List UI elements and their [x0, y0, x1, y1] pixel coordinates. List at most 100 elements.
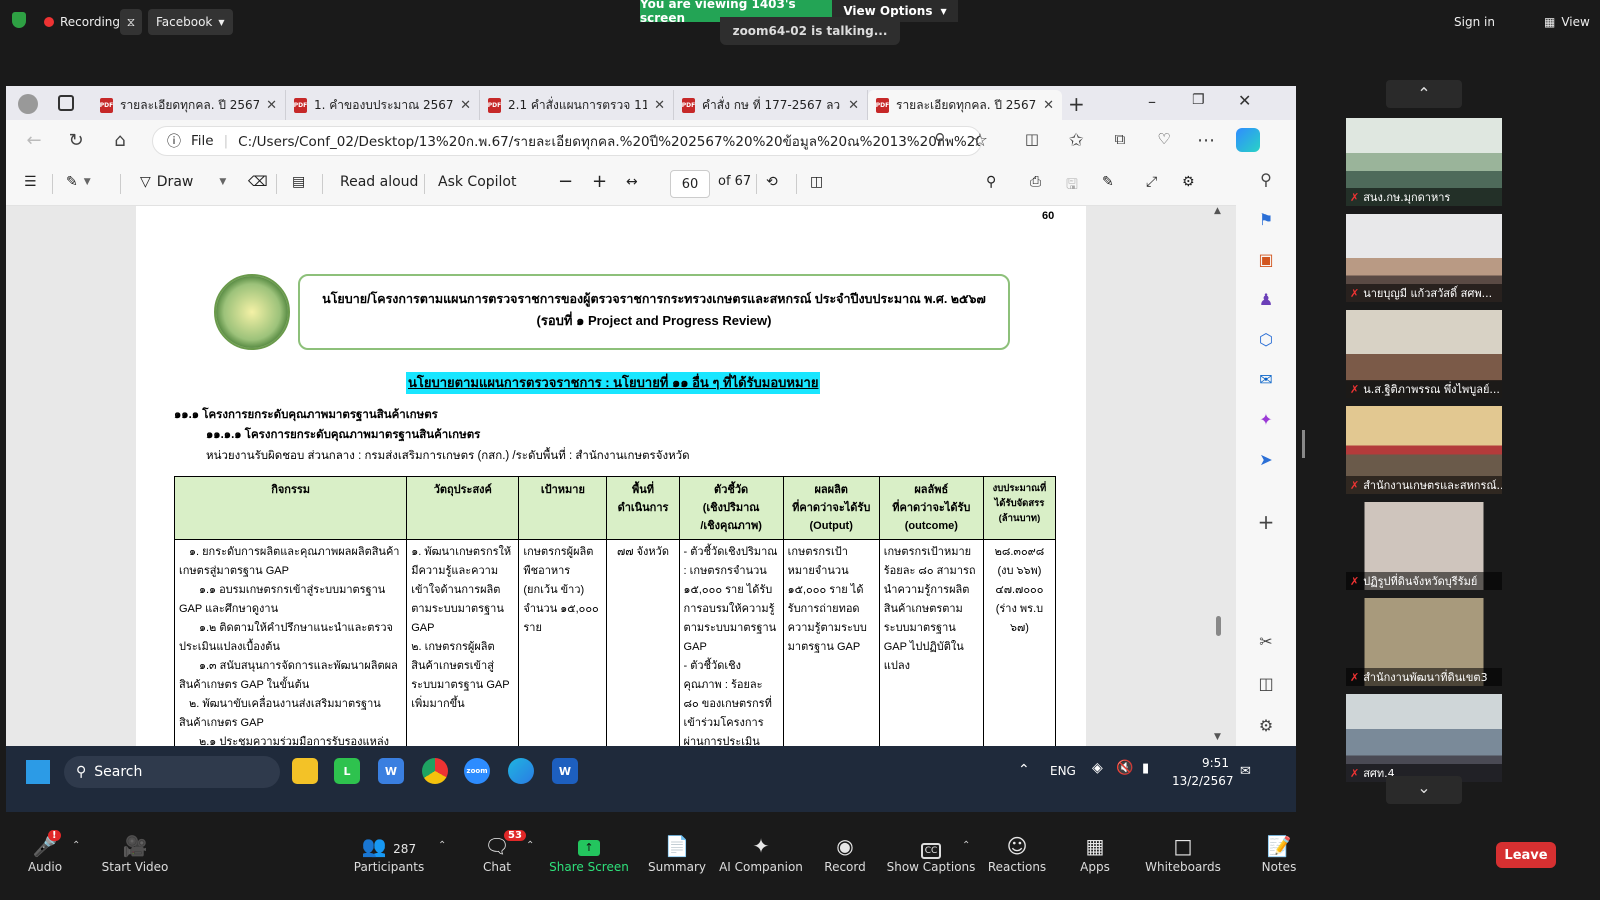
sign-in-button[interactable]: Sign in — [1446, 9, 1503, 35]
participants-caret[interactable]: ⌃ — [438, 840, 446, 851]
windows-start-icon[interactable] — [26, 760, 50, 784]
toolbox-icon[interactable]: ▣ — [1254, 250, 1278, 274]
chevron-up-icon[interactable]: ⌃ — [1018, 762, 1030, 778]
notification-icon[interactable]: ✉ — [1240, 764, 1251, 779]
fullscreen-icon[interactable]: ⤢ — [1146, 174, 1157, 190]
back-icon[interactable]: ← — [22, 130, 46, 151]
microsoft365-icon[interactable]: ⬡ — [1254, 330, 1278, 354]
browser-tab-active[interactable]: PDF รายละเอียดทุกคล. ปี 2567 ข้ ✕ — [868, 90, 1062, 120]
volume-muted-icon[interactable]: 🔇 — [1116, 760, 1133, 776]
whiteboards-button[interactable]: □ Whiteboards — [1138, 832, 1228, 874]
refresh-icon[interactable]: ↻ — [64, 130, 88, 151]
chat-button[interactable]: 🗨 Chat 53 — [452, 830, 542, 874]
apps-button[interactable]: ▦ Apps — [1050, 832, 1140, 874]
tab-actions-icon[interactable] — [58, 95, 74, 111]
summary-button[interactable]: 📄 Summary — [632, 832, 722, 874]
page-view-icon[interactable]: ◫ — [810, 174, 823, 190]
zoom-in-icon[interactable]: + — [592, 171, 607, 192]
scroll-thumb[interactable] — [1216, 616, 1221, 636]
start-video-button[interactable]: 🎥 Start Video — [90, 832, 180, 874]
clock-date[interactable]: 13/2/2567 — [1172, 774, 1234, 788]
captions-caret[interactable]: ⌃ — [962, 840, 970, 851]
designer-icon[interactable]: ✦ — [1254, 410, 1278, 434]
games-icon[interactable]: ♟ — [1254, 290, 1278, 314]
taskbar-search[interactable]: ⚲ Search — [64, 756, 280, 788]
participant-tile[interactable]: ✗ สนง.กษ.มุกดาหาร — [1346, 118, 1502, 206]
word-icon[interactable]: W — [552, 758, 578, 784]
close-icon[interactable]: ✕ — [654, 98, 665, 113]
favorite-star-icon[interactable]: ☆ — [968, 130, 992, 151]
participant-tile[interactable]: ✗ ปฏิรูปที่ดินจังหวัดบุรีรัมย์ — [1346, 502, 1502, 590]
highlight-icon[interactable]: ✎ ▼ — [66, 174, 91, 190]
browser-tab[interactable]: PDF รายละเอียดทุกคล. ปี 2567 ข้ ✕ — [92, 90, 286, 120]
new-tab-icon[interactable]: + — [1068, 92, 1085, 116]
participant-tile[interactable]: ✗ สำนักงานพัฒนาที่ดินเขต3 — [1346, 598, 1502, 686]
text-icon[interactable]: ▤ — [292, 174, 305, 190]
gallery-scroll-up-icon[interactable]: ⌃ — [1386, 80, 1462, 108]
chrome-icon[interactable] — [422, 758, 448, 784]
browser-tab[interactable]: PDF คำสั่ง กษ ที่ 177-2567 ลว 2 ✕ — [674, 90, 868, 120]
close-window-icon[interactable]: ✕ — [1238, 91, 1251, 110]
participant-tile[interactable]: ✗ น.ส.ฐิติภาพรรณ พึ่งไพบูลย์... — [1346, 310, 1502, 398]
zoom-app-icon[interactable]: zoom — [464, 758, 490, 784]
outlook-icon[interactable]: ✉ — [1254, 370, 1278, 394]
file-explorer-icon[interactable] — [292, 758, 318, 784]
wifi-icon[interactable]: ◈ — [1092, 760, 1103, 776]
participant-tile[interactable]: ✗ สำนักงานเกษตรและสหกรณ์... — [1346, 406, 1502, 494]
participant-tile[interactable]: ✗ นายบุญมี แก้วสวัสดิ์ สศพ... — [1346, 214, 1502, 302]
participant-tile[interactable]: ✗ สศท.4 — [1346, 694, 1502, 782]
leave-button[interactable]: Leave — [1496, 842, 1556, 868]
screenshot-icon[interactable]: ✂ — [1254, 632, 1278, 656]
contents-icon[interactable]: ☰ — [24, 174, 37, 190]
rotate-icon[interactable]: ⟲ — [766, 174, 778, 190]
scroll-up-arrow[interactable]: ▲ — [1214, 206, 1221, 216]
fit-page-icon[interactable]: ↔ — [626, 174, 638, 190]
line-app-icon[interactable]: L — [334, 758, 360, 784]
edge-icon[interactable] — [508, 758, 534, 784]
url-field[interactable]: ⓘ File | C:/Users/Conf_02/Desktop/13%20ก… — [152, 126, 982, 156]
notes-button[interactable]: 📝 Notes — [1234, 832, 1324, 874]
print-icon[interactable]: ⎙ — [1030, 174, 1041, 190]
draw-button[interactable]: ▽ Draw ▼ — [140, 174, 226, 190]
recording-indicator[interactable]: Recording — [36, 9, 128, 35]
clock-time[interactable]: 9:51 — [1202, 756, 1229, 770]
search-icon[interactable]: ⚲ — [1254, 170, 1278, 194]
browser-essentials-icon[interactable]: ♡ — [1152, 130, 1176, 148]
zoom-out-icon[interactable]: − — [558, 171, 573, 192]
profile-avatar-icon[interactable] — [18, 94, 38, 114]
shopping-tag-icon[interactable]: ⚑ — [1254, 210, 1278, 234]
settings-gear-icon[interactable]: ⚙ — [1182, 174, 1195, 190]
share-screen-button[interactable]: ↑ Share Screen — [544, 832, 634, 874]
participants-button[interactable]: 👥 287 Participants — [344, 832, 434, 874]
chat-caret[interactable]: ⌃ — [526, 840, 534, 851]
record-button[interactable]: ◉ Record — [800, 832, 890, 874]
page-number-input[interactable]: 60 — [670, 170, 710, 198]
gallery-scroll-down-icon[interactable]: ⌄ — [1386, 776, 1462, 804]
more-menu-icon[interactable]: ⋯ — [1194, 130, 1218, 151]
close-icon[interactable]: ✕ — [848, 98, 859, 113]
read-aloud-button[interactable]: Read aloud — [340, 174, 418, 190]
close-icon[interactable]: ✕ — [460, 98, 471, 113]
rss-icon[interactable]: ⧖ — [120, 9, 142, 35]
browser-tab[interactable]: PDF 1. คำของบประมาณ 2567 ข ✕ — [286, 90, 480, 120]
screen-divider-handle[interactable] — [1302, 430, 1305, 458]
eraser-icon[interactable]: ⌫ — [248, 174, 268, 190]
battery-icon[interactable]: ▮ — [1142, 761, 1149, 776]
find-icon[interactable]: ⚲ — [986, 174, 996, 190]
sidebar-settings-icon[interactable]: ⚙ — [1254, 716, 1278, 740]
save-icon[interactable]: 🖫 — [1066, 174, 1078, 198]
ask-copilot-button[interactable]: Ask Copilot — [438, 174, 517, 190]
copilot-icon[interactable] — [1236, 128, 1260, 152]
save-as-icon[interactable]: ✎ — [1102, 174, 1114, 190]
zoom-magnifier-icon[interactable]: ⚲ — [928, 130, 952, 148]
collections-icon[interactable]: ⧉ — [1108, 130, 1132, 148]
audio-button[interactable]: 🎤 Audio ! — [0, 830, 90, 874]
show-captions-button[interactable]: CC Show Captions — [886, 832, 976, 874]
restore-icon[interactable]: ❐ — [1192, 92, 1205, 108]
scroll-down-arrow[interactable]: ▼ — [1214, 732, 1221, 742]
edit-app-icon[interactable]: W — [378, 758, 404, 784]
view-button[interactable]: ▦ View — [1536, 9, 1598, 35]
close-icon[interactable]: ✕ — [266, 98, 277, 113]
send-icon[interactable]: ➤ — [1254, 450, 1278, 474]
facebook-dropdown[interactable]: Facebook ▼ — [148, 9, 233, 35]
